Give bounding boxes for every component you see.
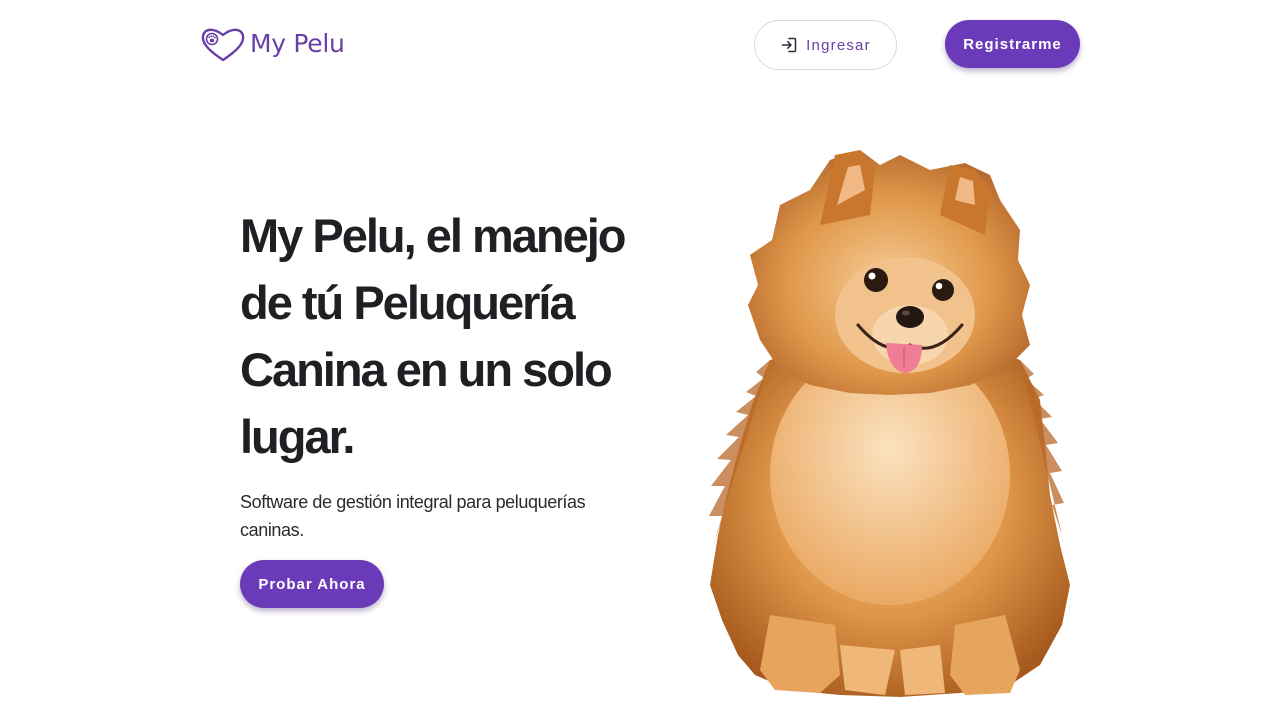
hero-title: My Pelu, el manejo de tú Peluquería Cani… bbox=[240, 209, 627, 463]
login-arrow-icon bbox=[781, 37, 797, 53]
hero-subtitle: Software de gestión integral para peluqu… bbox=[240, 492, 586, 540]
login-button[interactable]: Ingresar bbox=[754, 20, 897, 70]
register-button-label: Registrarme bbox=[963, 35, 1062, 53]
try-now-button[interactable]: Probar Ahora bbox=[240, 560, 384, 608]
top-navbar: My Pelu Ingresar Registrarme bbox=[0, 0, 1280, 90]
pomeranian-dog-image bbox=[709, 150, 1070, 697]
brand-logo[interactable]: My Pelu bbox=[198, 24, 345, 64]
login-button-label: Ingresar bbox=[806, 36, 871, 54]
heart-paw-icon bbox=[201, 28, 245, 62]
try-now-button-label: Probar Ahora bbox=[258, 575, 366, 593]
brand-name: My Pelu bbox=[250, 29, 345, 58]
register-button[interactable]: Registrarme bbox=[945, 20, 1080, 68]
